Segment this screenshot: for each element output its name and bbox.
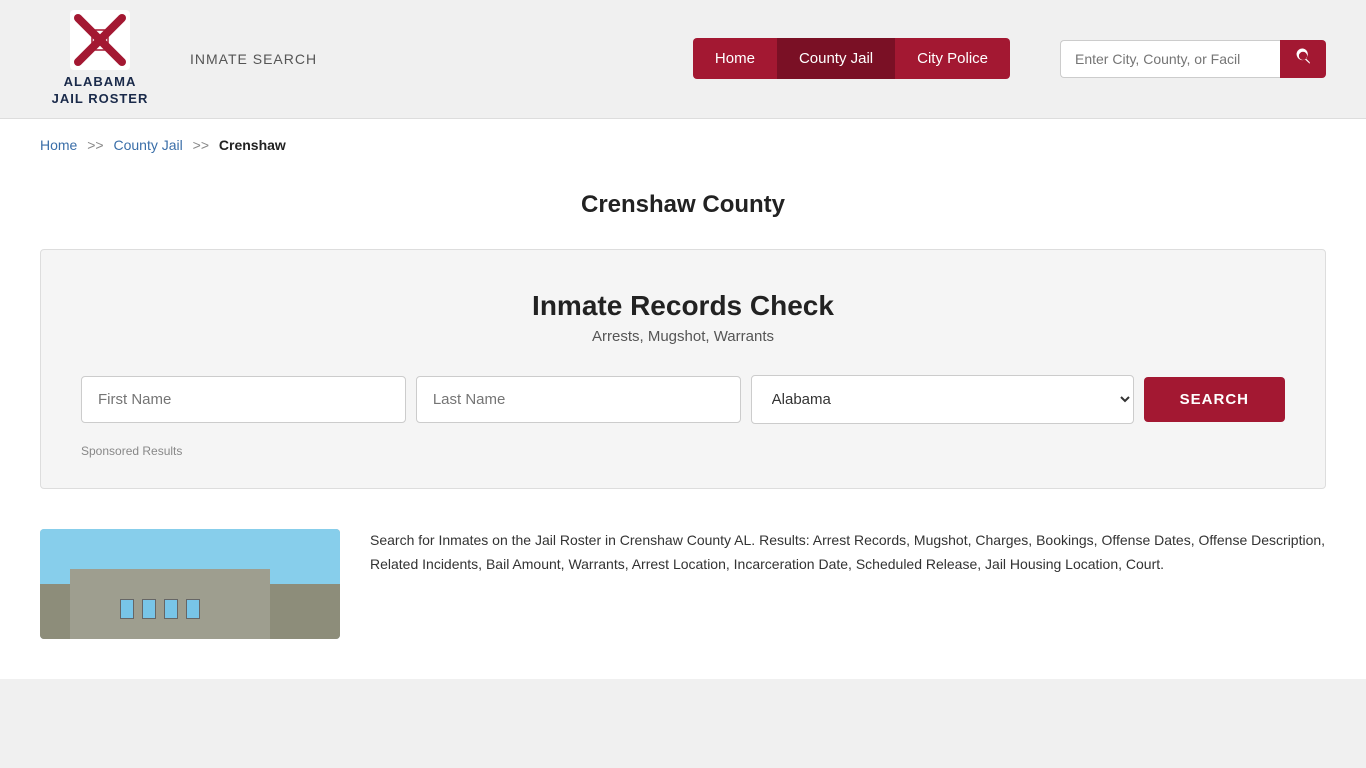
- state-select[interactable]: AlabamaAlaskaArizonaArkansasCaliforniaCo…: [751, 375, 1134, 424]
- records-form: AlabamaAlaskaArizonaArkansasCaliforniaCo…: [81, 375, 1285, 424]
- records-search-button[interactable]: SEARCH: [1144, 377, 1285, 422]
- breadcrumb-county-jail[interactable]: County Jail: [114, 137, 183, 153]
- breadcrumb-sep1: >>: [87, 137, 103, 153]
- breadcrumb-home[interactable]: Home: [40, 137, 77, 153]
- logo-area: ALABAMA JAIL ROSTER: [40, 10, 160, 108]
- page-title: Crenshaw County: [0, 171, 1366, 229]
- window-3: [164, 599, 178, 619]
- building-shape: [70, 569, 270, 639]
- header-search-wrap: [1060, 40, 1326, 78]
- breadcrumb-sep2: >>: [193, 137, 209, 153]
- nav-city-police-button[interactable]: City Police: [895, 38, 1010, 79]
- facility-image: [40, 529, 340, 639]
- site-header: ALABAMA JAIL ROSTER INMATE SEARCH Home C…: [0, 0, 1366, 119]
- window-2: [142, 599, 156, 619]
- content-area: Home >> County Jail >> Crenshaw Crenshaw…: [0, 119, 1366, 679]
- nav-county-jail-button[interactable]: County Jail: [777, 38, 895, 79]
- bottom-section: Search for Inmates on the Jail Roster in…: [0, 509, 1366, 679]
- first-name-input[interactable]: [81, 376, 406, 423]
- window-4: [186, 599, 200, 619]
- main-nav: Home County Jail City Police: [693, 38, 1010, 79]
- inmate-search-label: INMATE SEARCH: [190, 51, 317, 67]
- window-1: [120, 599, 134, 619]
- records-card-subtitle: Arrests, Mugshot, Warrants: [81, 328, 1285, 345]
- breadcrumb-current: Crenshaw: [219, 137, 286, 153]
- description-text: Search for Inmates on the Jail Roster in…: [370, 529, 1326, 639]
- header-search-button[interactable]: [1280, 40, 1326, 78]
- header-search-input[interactable]: [1060, 40, 1280, 78]
- logo-text: ALABAMA JAIL ROSTER: [52, 74, 149, 108]
- records-card: Inmate Records Check Arrests, Mugshot, W…: [40, 249, 1326, 489]
- building-windows: [120, 599, 200, 619]
- nav-home-button[interactable]: Home: [693, 38, 777, 79]
- last-name-input[interactable]: [416, 376, 741, 423]
- breadcrumb: Home >> County Jail >> Crenshaw: [0, 119, 1366, 171]
- logo-icon: [70, 10, 130, 70]
- search-icon: [1294, 48, 1312, 66]
- records-card-title: Inmate Records Check: [81, 290, 1285, 322]
- sponsored-label: Sponsored Results: [81, 444, 1285, 458]
- facility-image-inner: [40, 529, 340, 639]
